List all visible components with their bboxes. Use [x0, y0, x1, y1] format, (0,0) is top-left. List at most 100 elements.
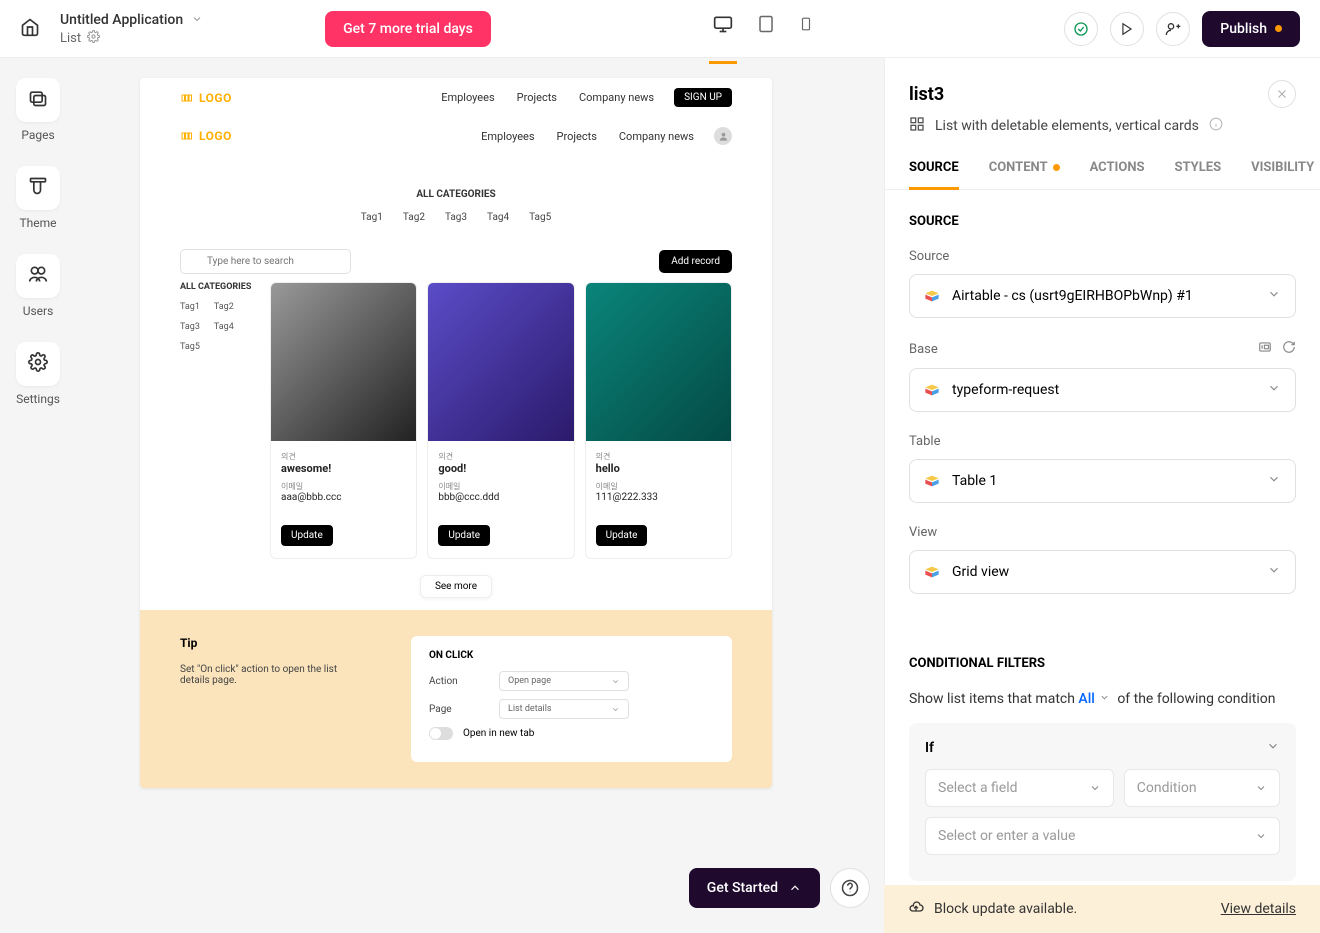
condition-select[interactable]: Condition [1124, 769, 1280, 807]
cond-all-dropdown[interactable]: All [1078, 691, 1094, 707]
field-select[interactable]: Select a field [925, 769, 1114, 807]
properties-panel: list3 List with deletable elements, vert… [884, 58, 1320, 933]
close-panel-button[interactable] [1268, 80, 1296, 108]
section-title: SOURCE [909, 214, 1296, 229]
tip-onclick-label: ON CLICK [429, 650, 714, 661]
nav-company-news[interactable]: Company news [619, 130, 694, 143]
theme-icon [28, 176, 48, 200]
categories-heading: ALL CATEGORIES [140, 189, 772, 200]
base-select[interactable]: typeform-request [909, 368, 1296, 412]
chevron-down-icon[interactable] [1266, 739, 1280, 757]
table-select[interactable]: Table 1 [909, 459, 1296, 503]
tip-section: Tip Set "On click" action to open the li… [140, 610, 772, 788]
update-button[interactable]: Update [596, 525, 648, 546]
tip-page-select[interactable]: List details [499, 699, 629, 719]
sidebar-item-pages[interactable]: Pages [10, 78, 66, 142]
nav-employees[interactable]: Employees [441, 91, 494, 104]
nav-employees[interactable]: Employees [481, 130, 534, 143]
cards-row: 의견 awesome! 이메일 aaa@bbb.ccc Update 의견 go… [270, 282, 732, 559]
sidebar-label: Settings [16, 392, 60, 406]
tab-source[interactable]: SOURCE [909, 160, 959, 189]
airtable-icon [924, 382, 940, 398]
tab-styles[interactable]: STYLES [1175, 160, 1222, 189]
publish-button[interactable]: Publish [1202, 11, 1300, 47]
value-input[interactable]: Select or enter a value [925, 817, 1280, 855]
tab-content[interactable]: CONTENT [989, 160, 1060, 189]
update-banner: Block update available. View details [884, 885, 1320, 933]
sidebar-item-settings[interactable]: Settings [10, 342, 66, 406]
side-tag[interactable]: Tag5 [180, 342, 200, 352]
device-switcher [713, 14, 813, 44]
add-user-button[interactable] [1156, 12, 1190, 46]
info-icon[interactable] [1209, 117, 1223, 135]
list-card[interactable]: 의견 awesome! 이메일 aaa@bbb.ccc Update [270, 282, 417, 559]
tag-item[interactable]: Tag4 [487, 212, 509, 223]
tag-item[interactable]: Tag5 [529, 212, 551, 223]
home-icon[interactable] [20, 17, 40, 41]
desktop-device-button[interactable] [713, 14, 733, 44]
list-card[interactable]: 의견 hello 이메일 111@222.333 Update [585, 282, 732, 559]
chevron-down-icon[interactable] [191, 10, 203, 29]
avatar-icon[interactable] [714, 127, 732, 145]
tip-action-label: Action [429, 676, 489, 687]
tablet-device-button[interactable] [757, 14, 775, 44]
status-check-button[interactable] [1064, 12, 1098, 46]
condition-box: If Select a field Condition Select or en… [909, 723, 1296, 881]
view-details-link[interactable]: View details [1221, 901, 1296, 917]
update-button[interactable]: Update [281, 525, 333, 546]
refresh-icon[interactable] [1282, 340, 1296, 358]
list-body: ALL CATEGORIES Tag1Tag2 Tag3Tag4 Tag5 의견… [140, 274, 772, 559]
search-input[interactable] [180, 249, 351, 274]
tip-text: Set "On click" action to open the list d… [180, 664, 351, 686]
side-tag[interactable]: Tag1 [180, 302, 200, 312]
view-select[interactable]: Grid view [909, 550, 1296, 594]
breadcrumb-text: List [60, 31, 81, 46]
top-bar: Untitled Application List Get 7 more tri… [0, 0, 1320, 58]
add-record-button[interactable]: Add record [659, 250, 732, 273]
breadcrumb: List [60, 30, 203, 47]
source-section: SOURCE Source Airtable - cs (usrt9gEIRHB… [885, 190, 1320, 626]
gear-outline-icon[interactable] [87, 30, 100, 47]
tip-title: Tip [180, 636, 351, 650]
opinion-value: awesome! [281, 462, 406, 475]
preview-play-button[interactable] [1110, 12, 1144, 46]
list-card[interactable]: 의견 good! 이메일 bbb@ccc.ddd Update [427, 282, 574, 559]
email-value: 111@222.333 [596, 492, 721, 503]
table-field-label: Table [909, 434, 940, 449]
nav-projects[interactable]: Projects [517, 91, 557, 104]
nav-company-news[interactable]: Company news [579, 91, 654, 104]
source-select[interactable]: Airtable - cs (usrt9gEIRHBOPbWnp) #1 [909, 274, 1296, 318]
side-tag[interactable]: Tag2 [214, 302, 234, 312]
trial-button[interactable]: Get 7 more trial days [325, 11, 491, 47]
side-tag[interactable]: Tag4 [214, 322, 234, 332]
signup-button[interactable]: SIGN UP [674, 88, 732, 107]
nav-projects[interactable]: Projects [557, 130, 597, 143]
panel-title: list3 [909, 84, 944, 105]
sidebar-item-theme[interactable]: Theme [10, 166, 66, 230]
airtable-icon [924, 564, 940, 580]
side-tag[interactable]: Tag3 [180, 322, 200, 332]
site-header-private: LOGO Employees Projects Company news [140, 121, 772, 151]
help-button[interactable] [830, 868, 870, 908]
update-button[interactable]: Update [438, 525, 490, 546]
tag-item[interactable]: Tag2 [403, 212, 425, 223]
chevron-down-icon[interactable] [1099, 691, 1110, 707]
grid-icon [909, 116, 925, 136]
newtab-toggle[interactable] [429, 727, 453, 740]
tip-action-select[interactable]: Open page [499, 671, 629, 691]
sidebar-item-users[interactable]: Users [10, 254, 66, 318]
tab-actions[interactable]: ACTIONS [1090, 160, 1145, 189]
tag-item[interactable]: Tag3 [445, 212, 467, 223]
mobile-device-button[interactable] [799, 14, 813, 44]
panel-tabs: SOURCE CONTENT ACTIONS STYLES VISIBILITY [885, 160, 1320, 190]
get-started-button[interactable]: Get Started [689, 868, 820, 908]
id-icon[interactable] [1258, 340, 1272, 358]
tag-item[interactable]: Tag1 [361, 212, 383, 223]
cloud-icon [908, 899, 924, 919]
sidebar-label: Users [23, 304, 54, 318]
banner-text: Block update available. [934, 901, 1077, 917]
see-more-button[interactable]: See more [420, 575, 492, 598]
email-label: 이메일 [438, 481, 563, 492]
base-field-label: Base [909, 342, 938, 357]
tab-visibility[interactable]: VISIBILITY [1251, 160, 1314, 189]
